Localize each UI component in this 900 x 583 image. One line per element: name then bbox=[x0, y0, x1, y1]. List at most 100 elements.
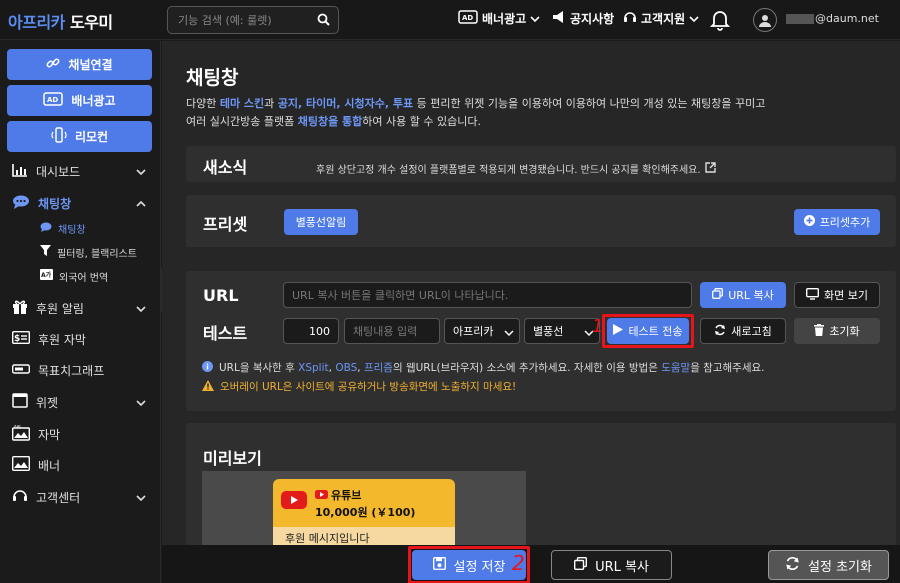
preset-chip[interactable]: 별풍선알림 bbox=[284, 209, 358, 235]
highlight-test-send bbox=[602, 314, 694, 348]
remote-icon bbox=[51, 127, 67, 146]
copy-icon bbox=[712, 288, 724, 302]
chevron-down-icon bbox=[136, 302, 146, 316]
url-usage-info: URL을 복사한 후 XSplit, OBS, 프리즘의 웹URL(브라우저) … bbox=[202, 360, 764, 375]
remote-button[interactable]: 리모컨 bbox=[7, 121, 152, 152]
sidebar-item-donation-alert[interactable]: 후원 알림 bbox=[12, 297, 152, 319]
refresh-icon bbox=[714, 324, 726, 339]
image-caption-icon: ABC bbox=[11, 424, 31, 444]
overlay-warning: 오버레이 URL은 사이트에 공유하거나 방송화면에 노출하지 마세요! bbox=[202, 379, 516, 394]
news-card: 새소식 후원 상단고정 개수 설정이 플랫폼별로 적용되게 변경됐습니다. 반드… bbox=[186, 146, 896, 182]
headset-icon bbox=[623, 10, 637, 27]
platform-select[interactable]: 아프리카 bbox=[444, 318, 520, 344]
svg-text:AD: AD bbox=[47, 96, 58, 104]
copy-url-button[interactable]: URL 복사 bbox=[700, 282, 786, 308]
copy-icon bbox=[574, 556, 588, 574]
svg-text:A가: A가 bbox=[41, 271, 52, 279]
svg-text:AD: AD bbox=[462, 14, 473, 22]
window-icon bbox=[12, 393, 28, 411]
top-bar: 아프리카 도우미 AD 배너광고 공지사항 고객지원 @daum.net bbox=[0, 0, 900, 40]
trash-icon bbox=[814, 323, 825, 339]
amount-field bbox=[283, 318, 339, 344]
masked-username bbox=[786, 14, 814, 24]
sidebar-item-customer-center[interactable]: 고객센터 bbox=[12, 486, 152, 508]
sidebar-item-banner[interactable]: 배너 bbox=[11, 454, 152, 476]
sidebar-subitem-filtering[interactable]: 필터링, 블랙리스트 bbox=[40, 243, 137, 261]
support-menu[interactable]: 고객지원 bbox=[623, 10, 699, 27]
url-input[interactable] bbox=[284, 283, 691, 307]
search-icon[interactable] bbox=[317, 13, 330, 29]
megaphone-icon bbox=[552, 10, 566, 27]
svg-text:ABC: ABC bbox=[14, 425, 22, 429]
progress-bar-icon bbox=[11, 363, 31, 378]
refresh-icon bbox=[785, 556, 800, 575]
avatar[interactable] bbox=[753, 8, 777, 32]
sidebar-item-goal-graph[interactable]: 목표치그래프 bbox=[11, 359, 152, 381]
preview-title: 미리보기 bbox=[203, 449, 262, 468]
add-preset-button[interactable]: 프리셋추가 bbox=[794, 209, 880, 235]
news-title: 새소식 bbox=[203, 158, 248, 177]
chevron-down-icon bbox=[136, 165, 146, 179]
sidebar-subitem-chat[interactable]: 채팅창 bbox=[40, 219, 86, 237]
youtube-small-icon bbox=[315, 489, 328, 502]
ad-icon: AD bbox=[43, 92, 64, 109]
brand-logo[interactable]: 아프리카 도우미 bbox=[8, 9, 113, 33]
chat-bubble-icon bbox=[12, 195, 30, 212]
plus-circle-icon bbox=[803, 215, 815, 229]
url-label: URL bbox=[203, 286, 239, 305]
translate-icon: A가 bbox=[40, 269, 53, 283]
sidebar: 채널연결 AD 배너광고 리모컨 대시보드 채팅창 채팅창 필터링, 블랙리스트… bbox=[0, 41, 161, 583]
url-test-card: URL URL 복사 화면 보기 테스트 아프리카 별풍선 1 bbox=[186, 271, 896, 411]
chevron-up-icon bbox=[136, 197, 146, 211]
sidebar-subitem-translation[interactable]: A가 외국어 번역 bbox=[40, 267, 108, 285]
bottom-copy-url-button[interactable]: URL 복사 bbox=[551, 550, 672, 580]
link-icon bbox=[46, 56, 60, 73]
step-marker-2: 2 bbox=[512, 551, 525, 575]
warning-icon bbox=[202, 379, 214, 394]
chevron-down-icon bbox=[689, 12, 699, 26]
test-label: 테스트 bbox=[203, 324, 248, 343]
banner-ad-menu[interactable]: AD 배너광고 bbox=[458, 10, 540, 27]
banner-ad-button[interactable]: AD 배너광고 bbox=[7, 85, 152, 116]
monitor-icon bbox=[805, 287, 820, 303]
user-email[interactable]: @daum.net bbox=[786, 12, 879, 25]
gift-icon bbox=[12, 299, 28, 317]
test-reset-button[interactable]: 초기화 bbox=[794, 318, 880, 344]
notice-link[interactable]: 공지사항 bbox=[552, 10, 614, 27]
sidebar-item-chat[interactable]: 채팅창 bbox=[12, 192, 152, 214]
chevron-down-icon bbox=[136, 491, 146, 505]
bar-chart-icon bbox=[12, 163, 28, 180]
test-message-input[interactable] bbox=[345, 319, 439, 343]
bell-icon[interactable] bbox=[710, 9, 730, 31]
ad-icon: AD bbox=[458, 10, 478, 27]
dollar-caption-icon: $ bbox=[11, 330, 31, 347]
reset-settings-button[interactable]: 설정 초기화 bbox=[768, 550, 889, 580]
page-intro: 다양한 테마 스킨과 공지, 타이머, 시청자수, 투표 등 편리한 위젯 기능… bbox=[186, 97, 766, 128]
external-link-icon bbox=[704, 161, 716, 176]
chat-bubble-icon bbox=[40, 222, 52, 235]
headset-icon bbox=[12, 488, 28, 506]
bottom-action-bar: 설정 저장 2 URL 복사 설정 초기화 bbox=[162, 545, 900, 583]
search-input[interactable] bbox=[178, 13, 318, 27]
chevron-down-icon bbox=[136, 396, 146, 410]
message-field bbox=[344, 318, 440, 344]
filter-icon bbox=[40, 245, 51, 259]
preset-title: 프리셋 bbox=[203, 215, 248, 234]
sidebar-item-caption[interactable]: ABC 자막 bbox=[11, 423, 152, 445]
sidebar-item-dashboard[interactable]: 대시보드 bbox=[12, 160, 152, 182]
search-box bbox=[167, 6, 339, 34]
refresh-button[interactable]: 새로고침 bbox=[700, 318, 786, 344]
news-notice[interactable]: 후원 상단고정 개수 설정이 플랫폼별로 적용되게 변경됐습니다. 반드시 공지… bbox=[316, 161, 716, 176]
image-icon bbox=[11, 455, 31, 474]
channel-connect-button[interactable]: 채널연결 bbox=[7, 49, 152, 80]
amount-input[interactable] bbox=[284, 319, 338, 343]
preset-card: 프리셋 별풍선알림 프리셋추가 bbox=[186, 195, 896, 247]
chevron-down-icon bbox=[530, 12, 540, 26]
alert-type-select[interactable]: 별풍선 bbox=[524, 318, 600, 344]
youtube-logo-icon bbox=[281, 491, 307, 509]
help-link[interactable]: 도움말 bbox=[661, 362, 690, 374]
view-screen-button[interactable]: 화면 보기 bbox=[794, 282, 880, 308]
chevron-down-icon bbox=[504, 327, 514, 340]
sidebar-item-widget[interactable]: 위젯 bbox=[12, 391, 152, 413]
sidebar-item-donation-caption[interactable]: $ 후원 자막 bbox=[11, 328, 152, 350]
